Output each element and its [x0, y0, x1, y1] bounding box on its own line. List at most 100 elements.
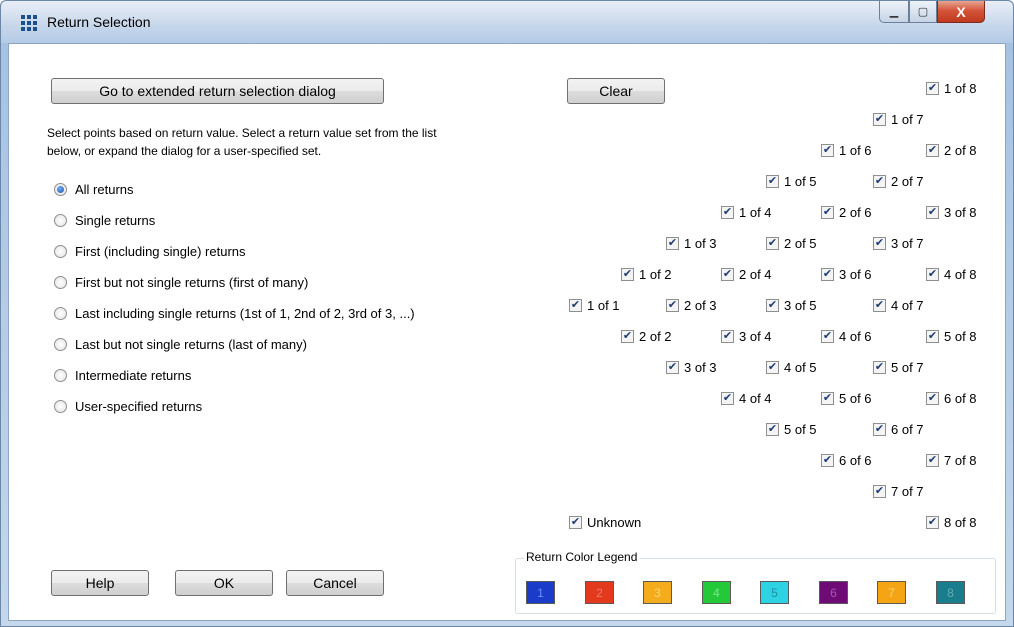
return-checkbox[interactable]: ✔ 3 of 8: [926, 204, 977, 220]
checkbox-box[interactable]: ✔: [569, 298, 582, 312]
return-checkbox[interactable]: ✔ 8 of 8: [926, 514, 977, 530]
return-checkbox[interactable]: ✔ 4 of 4: [721, 390, 772, 406]
checkbox-box[interactable]: ✔: [666, 236, 679, 250]
checkbox-box[interactable]: ✔: [766, 174, 779, 188]
return-checkbox[interactable]: ✔ 5 of 7: [873, 359, 924, 375]
return-checkbox[interactable]: ✔ 4 of 6: [821, 328, 872, 344]
return-checkbox[interactable]: ✔ 4 of 7: [873, 297, 924, 313]
return-checkbox[interactable]: ✔ 5 of 6: [821, 390, 872, 406]
help-button[interactable]: Help: [51, 570, 149, 596]
checkbox-box[interactable]: ✔: [766, 422, 779, 436]
return-checkbox[interactable]: ✔ 3 of 4: [721, 328, 772, 344]
checkbox-box[interactable]: ✔: [821, 143, 834, 157]
return-checkbox[interactable]: ✔ 1 of 8: [926, 80, 977, 96]
radio-option[interactable]: Intermediate returns: [54, 366, 191, 384]
checkbox-box[interactable]: ✔: [721, 391, 734, 405]
checkbox-box[interactable]: ✔: [821, 267, 834, 281]
return-checkbox[interactable]: ✔ 6 of 7: [873, 421, 924, 437]
return-checkbox[interactable]: ✔ 3 of 6: [821, 266, 872, 282]
checkbox-box[interactable]: ✔: [766, 360, 779, 374]
maximize-button[interactable]: ▢: [909, 1, 937, 23]
checkbox-box[interactable]: ✔: [873, 422, 886, 436]
checkbox-box[interactable]: ✔: [926, 453, 939, 467]
checkbox-box[interactable]: ✔: [621, 329, 634, 343]
radio-button[interactable]: [54, 275, 67, 289]
return-checkbox[interactable]: ✔ 2 of 7: [873, 173, 924, 189]
checkbox-box[interactable]: ✔: [666, 298, 679, 312]
radio-option[interactable]: Last but not single returns (last of man…: [54, 335, 307, 353]
return-checkbox[interactable]: ✔ 5 of 5: [766, 421, 817, 437]
checkbox-box[interactable]: ✔: [926, 391, 939, 405]
radio-button[interactable]: [54, 213, 67, 227]
cancel-button[interactable]: Cancel: [286, 570, 384, 596]
radio-button[interactable]: [54, 337, 67, 351]
checkbox-box[interactable]: ✔: [666, 360, 679, 374]
checkbox-box[interactable]: ✔: [926, 515, 939, 529]
return-checkbox[interactable]: ✔ 1 of 7: [873, 111, 924, 127]
checkbox-box[interactable]: ✔: [821, 329, 834, 343]
radio-option[interactable]: All returns: [54, 180, 134, 198]
title-bar[interactable]: Return Selection ▁ ▢ X: [1, 1, 1013, 43]
radio-button[interactable]: [54, 399, 67, 413]
return-checkbox[interactable]: ✔ 3 of 3: [666, 359, 717, 375]
checkbox-box[interactable]: ✔: [821, 205, 834, 219]
checkbox-box[interactable]: ✔: [873, 236, 886, 250]
return-checkbox[interactable]: ✔ 1 of 1: [569, 297, 620, 313]
checkbox-box[interactable]: ✔: [821, 453, 834, 467]
checkbox-box[interactable]: ✔: [621, 267, 634, 281]
return-checkbox[interactable]: ✔ 4 of 5: [766, 359, 817, 375]
return-checkbox[interactable]: ✔ 6 of 6: [821, 452, 872, 468]
checkbox-box[interactable]: ✔: [766, 298, 779, 312]
radio-option[interactable]: First (including single) returns: [54, 242, 246, 260]
checkbox-box[interactable]: ✔: [873, 174, 886, 188]
return-checkbox[interactable]: ✔ 1 of 4: [721, 204, 772, 220]
return-checkbox[interactable]: ✔ 3 of 7: [873, 235, 924, 251]
return-checkbox[interactable]: ✔ 2 of 8: [926, 142, 977, 158]
checkbox-box[interactable]: ✔: [721, 329, 734, 343]
radio-button[interactable]: [54, 244, 67, 258]
return-checkbox[interactable]: ✔ 2 of 3: [666, 297, 717, 313]
checkbox-box[interactable]: ✔: [821, 391, 834, 405]
return-checkbox[interactable]: ✔ 2 of 6: [821, 204, 872, 220]
radio-button[interactable]: [54, 306, 67, 320]
radio-option[interactable]: First but not single returns (first of m…: [54, 273, 308, 291]
return-checkbox[interactable]: ✔ 1 of 5: [766, 173, 817, 189]
return-checkbox[interactable]: ✔ 1 of 3: [666, 235, 717, 251]
checkbox-box[interactable]: ✔: [766, 236, 779, 250]
close-button[interactable]: X: [937, 1, 985, 23]
checkbox-box[interactable]: ✔: [873, 298, 886, 312]
checkbox-box[interactable]: ✔: [569, 515, 582, 529]
extended-dialog-button[interactable]: Go to extended return selection dialog: [51, 78, 384, 104]
checkbox-box[interactable]: ✔: [926, 205, 939, 219]
checkbox-box[interactable]: ✔: [873, 484, 886, 498]
return-checkbox[interactable]: ✔ 2 of 2: [621, 328, 672, 344]
return-checkbox[interactable]: ✔ 4 of 8: [926, 266, 977, 282]
checkbox-box[interactable]: ✔: [873, 360, 886, 374]
checkbox-box[interactable]: ✔: [721, 267, 734, 281]
return-checkbox[interactable]: ✔ Unknown: [569, 514, 641, 530]
checkbox-box[interactable]: ✔: [873, 112, 886, 126]
return-checkbox[interactable]: ✔ 7 of 8: [926, 452, 977, 468]
checkbox-box[interactable]: ✔: [926, 81, 939, 95]
checkbox-label: 7 of 8: [944, 452, 977, 468]
radio-button[interactable]: [54, 182, 67, 196]
return-checkbox[interactable]: ✔ 2 of 5: [766, 235, 817, 251]
return-checkbox[interactable]: ✔ 5 of 8: [926, 328, 977, 344]
return-checkbox[interactable]: ✔ 3 of 5: [766, 297, 817, 313]
checkbox-box[interactable]: ✔: [926, 267, 939, 281]
return-checkbox[interactable]: ✔ 1 of 2: [621, 266, 672, 282]
radio-option[interactable]: User-specified returns: [54, 397, 202, 415]
return-checkbox[interactable]: ✔ 1 of 6: [821, 142, 872, 158]
return-checkbox[interactable]: ✔ 2 of 4: [721, 266, 772, 282]
ok-button[interactable]: OK: [175, 570, 273, 596]
checkbox-box[interactable]: ✔: [926, 329, 939, 343]
clear-button[interactable]: Clear: [567, 78, 665, 104]
checkbox-box[interactable]: ✔: [926, 143, 939, 157]
radio-button[interactable]: [54, 368, 67, 382]
checkbox-box[interactable]: ✔: [721, 205, 734, 219]
return-checkbox[interactable]: ✔ 7 of 7: [873, 483, 924, 499]
minimize-button[interactable]: ▁: [879, 1, 909, 23]
radio-option[interactable]: Last including single returns (1st of 1,…: [54, 304, 415, 322]
return-checkbox[interactable]: ✔ 6 of 8: [926, 390, 977, 406]
radio-option[interactable]: Single returns: [54, 211, 155, 229]
